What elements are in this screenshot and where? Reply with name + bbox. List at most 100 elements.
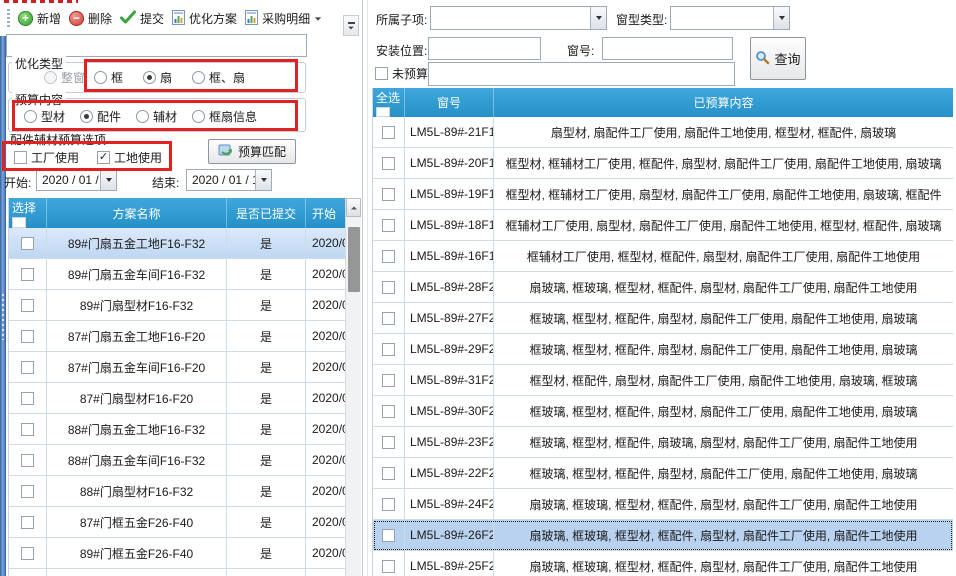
scrollbar-thumb[interactable] — [348, 227, 360, 292]
radio-frame-sash[interactable]: 框、扇 — [192, 69, 245, 86]
table-row[interactable]: LM5L-89#-28F26 扇玻璃, 框玻璃, 框型材, 框配件, 扇型材, … — [373, 272, 953, 303]
radio-sash[interactable]: 扇 — [143, 69, 172, 86]
row-checkbox[interactable] — [382, 343, 395, 356]
table-row[interactable]: LM5L-89#-19F17 框型材, 框辅材工厂使用, 扇型材, 扇配件工厂使… — [373, 179, 953, 210]
row-checkbox[interactable] — [21, 361, 34, 374]
radio-frame-sash-info[interactable]: 框扇信息 — [192, 108, 257, 125]
table-row[interactable]: 88#门扇五金工地F16-F32 是 2020/0 — [9, 414, 346, 445]
no-budget-input[interactable] — [428, 62, 735, 86]
left-splitter[interactable] — [0, 36, 6, 576]
row-checkbox[interactable] — [382, 436, 395, 449]
toolbar-grip[interactable] — [7, 9, 10, 28]
chevron-down-icon[interactable] — [590, 7, 606, 29]
row-checkbox[interactable] — [21, 392, 34, 405]
table-row[interactable]: 88#门框五金F21-F40 是 2020/0 — [9, 569, 346, 576]
select-all-checkbox[interactable] — [376, 107, 390, 117]
row-checkbox[interactable] — [382, 126, 395, 139]
start-date-picker[interactable]: 2020 / 01 / 1 — [36, 169, 117, 191]
query-button[interactable]: 查询 — [750, 37, 806, 80]
install-position-input[interactable] — [428, 37, 541, 60]
row-checkbox[interactable] — [382, 498, 395, 511]
table-row[interactable]: LM5L-89#-23F21 框玻璃, 框型材, 框配件, 扇玻璃, 扇型材, … — [373, 427, 953, 458]
table-row[interactable]: LM5L-89#-16F15 框辅材工厂使用, 框型材, 框配件, 扇型材, 扇… — [373, 241, 953, 272]
plan-name: 89#门扇五金车间F16-F32 — [47, 259, 227, 289]
row-checkbox[interactable] — [21, 516, 34, 529]
window-number: LM5L-89#-28F26 — [405, 272, 494, 302]
row-checkbox[interactable] — [21, 485, 34, 498]
budget-match-button[interactable]: 预算匹配 — [208, 139, 296, 164]
scroll-up-button[interactable] — [346, 198, 361, 217]
delete-button[interactable]: − 删除 — [65, 8, 116, 29]
row-checkbox[interactable] — [382, 188, 395, 201]
table-row[interactable]: 87#门扇型材F16-F20 是 2020/0 — [9, 383, 346, 414]
radio-auxiliary[interactable]: 辅材 — [136, 108, 177, 125]
start-column-header[interactable]: 开始 — [306, 198, 346, 228]
window-no-column-header[interactable]: 窗号 — [405, 88, 494, 117]
budget-content-label: 预算内容 — [12, 91, 66, 108]
content-column-header[interactable]: 已预算内容 — [494, 88, 953, 117]
table-row[interactable]: 89#门框五金F26-F40 是 2020/0 — [9, 538, 346, 569]
plan-filter-input[interactable] — [6, 34, 307, 57]
radio-accessory[interactable]: 配件 — [80, 108, 121, 125]
table-row[interactable]: LM5L-89#-29F27 框玻璃, 框型材, 框配件, 扇型材, 扇配件工厂… — [373, 334, 953, 365]
row-checkbox[interactable] — [21, 299, 34, 312]
table-row[interactable]: 88#门扇型材F16-F32 是 2020/0 — [9, 476, 346, 507]
table-row[interactable]: 89#门扇五金工地F16-F32 是 2020/0 — [9, 228, 346, 259]
plan-table-scrollbar[interactable] — [345, 198, 361, 576]
sub-item-select[interactable] — [430, 6, 607, 30]
row-checkbox[interactable] — [382, 467, 395, 480]
no-budget-checkbox[interactable]: 未预算: — [375, 65, 431, 82]
submitted-column-header[interactable]: 是否已提交 — [227, 198, 306, 228]
table-row[interactable]: LM5L-89#-22F20 框玻璃, 框型材, 框配件, 扇型材, 扇配件工厂… — [373, 458, 953, 489]
select-all-checkbox[interactable] — [12, 217, 26, 228]
table-row[interactable]: LM5L-89#-20F18 框型材, 框辅材工厂使用, 框配件, 扇型材, 扇… — [373, 148, 953, 179]
table-row[interactable]: LM5L-89#-21F19 扇型材, 扇配件工厂使用, 扇配件工地使用, 框型… — [373, 117, 953, 148]
row-checkbox[interactable] — [382, 281, 395, 294]
table-row[interactable]: 89#门扇型材F16-F32 是 2020/0 — [9, 290, 346, 321]
row-checkbox[interactable] — [382, 312, 395, 325]
row-checkbox[interactable] — [382, 529, 395, 542]
row-checkbox[interactable] — [21, 268, 34, 281]
radio-icon — [192, 71, 205, 84]
table-row[interactable]: LM5L-89#-27F25 框玻璃, 框型材, 框配件, 扇型材, 扇配件工厂… — [373, 303, 953, 334]
row-checkbox[interactable] — [382, 405, 395, 418]
window-number-input[interactable] — [602, 37, 733, 60]
table-row[interactable]: LM5L-89#-18F16 框辅材工厂使用, 扇型材, 扇配件工厂使用, 扇配… — [373, 210, 953, 241]
table-row[interactable]: LM5L-89#-30F28 框玻璃, 框型材, 框配件, 扇型材, 扇配件工厂… — [373, 396, 953, 427]
row-checkbox[interactable] — [21, 237, 34, 250]
end-date-picker[interactable]: 2020 / 01 / 13 — [186, 169, 272, 191]
chevron-down-icon[interactable] — [773, 7, 789, 29]
row-checkbox[interactable] — [382, 250, 395, 263]
plan-name-column-header[interactable]: 方案名称 — [47, 198, 227, 228]
checkbox-factory-use[interactable]: 工厂使用 — [14, 149, 79, 166]
row-checkbox[interactable] — [21, 423, 34, 436]
toolbar-overflow-button[interactable] — [343, 15, 359, 36]
row-checkbox[interactable] — [382, 219, 395, 232]
row-checkbox[interactable] — [21, 330, 34, 343]
table-row[interactable]: 89#门扇五金车间F16-F32 是 2020/0 — [9, 259, 346, 290]
table-row[interactable]: 88#门扇五金车间F16-F32 是 2020/0 — [9, 445, 346, 476]
window-type-select[interactable] — [670, 6, 790, 30]
submit-button[interactable]: 提交 — [116, 8, 168, 29]
table-row[interactable]: 87#门扇五金车间F16-F20 是 2020/0 — [9, 352, 346, 383]
table-row[interactable]: 87#门扇五金工地F16-F20 是 2020/0 — [9, 321, 346, 352]
budget-match-icon — [218, 143, 234, 160]
row-checkbox[interactable] — [382, 374, 395, 387]
purchase-detail-button[interactable]: 采购明细 — [241, 8, 326, 30]
table-row[interactable]: LM5L-89#-31F29 框型材, 框配件, 扇型材, 扇配件工厂使用, 扇… — [373, 365, 953, 396]
table-row[interactable]: LM5L-89#-24F22 扇玻璃, 框玻璃, 框型材, 框配件, 扇型材, … — [373, 489, 953, 520]
new-button[interactable]: + 新增 — [14, 8, 65, 29]
table-row[interactable]: LM5L-89#-25F23 扇玻璃, 框玻璃, 框型材, 框配件, 扇型材, … — [373, 551, 953, 576]
row-checkbox[interactable] — [382, 560, 395, 573]
table-row[interactable]: 87#门框五金F26-F40 是 2020/0 — [9, 507, 346, 538]
radio-frame[interactable]: 框 — [94, 69, 123, 86]
chevron-down-icon[interactable] — [255, 170, 271, 190]
chevron-down-icon[interactable] — [100, 170, 116, 190]
radio-profile[interactable]: 型材 — [24, 108, 65, 125]
row-checkbox[interactable] — [21, 454, 34, 467]
optimize-plan-button[interactable]: 优化方案 — [168, 8, 241, 30]
checkbox-site-use[interactable]: 工地使用 — [97, 149, 162, 166]
table-row[interactable]: LM5L-89#-26F24 扇玻璃, 框玻璃, 框型材, 框配件, 扇型材, … — [373, 520, 953, 551]
row-checkbox[interactable] — [21, 547, 34, 560]
row-checkbox[interactable] — [382, 157, 395, 170]
